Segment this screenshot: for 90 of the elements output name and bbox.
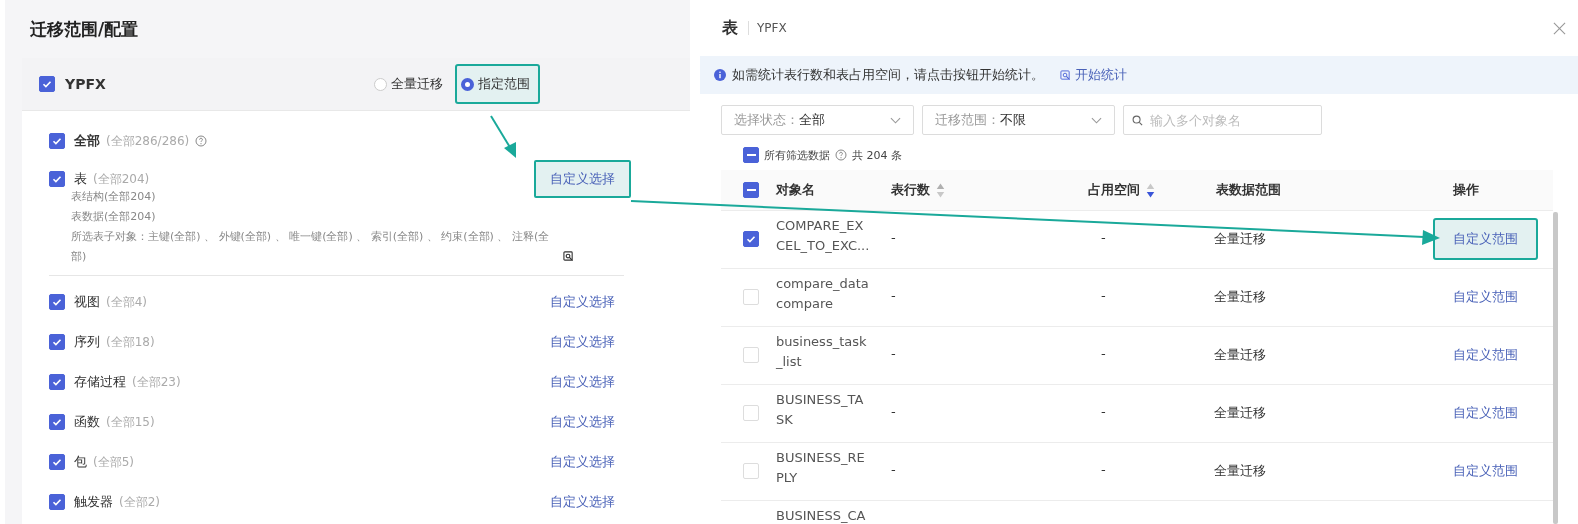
checkbox[interactable] <box>49 133 65 149</box>
item-count: (全部4) <box>106 293 147 311</box>
item-label: 全部 <box>74 132 100 150</box>
checkbox[interactable] <box>743 147 759 163</box>
column-header: 表行数 <box>891 181 930 199</box>
detail-text: 所选表子对象：主键(全部) 、 外键(全部) 、 唯一键(全部) 、 索引(全部) 、 约束(全部) 、 注释(全部) <box>71 229 551 265</box>
checkbox[interactable] <box>743 182 759 198</box>
dialog-subtitle: YPFX <box>748 21 787 35</box>
filter-select[interactable]: 选择状态：全部 <box>721 105 914 135</box>
select-all-label: 所有筛选数据 <box>764 147 830 163</box>
custom-select-link[interactable]: 自定义选择 <box>534 403 631 441</box>
item-label: 包 <box>74 453 87 471</box>
table-cell: - <box>1101 462 1106 477</box>
table-cell: 全量迁移 <box>1214 289 1266 304</box>
table-cell: - <box>1101 288 1106 303</box>
item-label: 触发器 <box>74 493 113 511</box>
checkbox[interactable] <box>49 374 65 390</box>
table-cell-text: business_task_list <box>776 333 868 371</box>
column-header: 表数据范围 <box>1216 182 1281 197</box>
custom-select-link[interactable]: 自定义选择 <box>534 443 631 481</box>
table-cell: - <box>1101 346 1106 361</box>
detail-text: 表数据(全部204) <box>71 209 156 225</box>
column-header: 占用空间 <box>1088 181 1140 199</box>
item-count: (全部15) <box>106 413 155 431</box>
dialog-title: 表 <box>722 17 738 39</box>
table-cell: 全量迁移 <box>1214 405 1266 420</box>
custom-range-link[interactable]: 自定义范围 <box>1433 276 1538 318</box>
custom-range-link[interactable]: 自定义范围 <box>1433 334 1538 376</box>
item-count: (全部204) <box>93 170 150 188</box>
info-text: 如需统计表行数和表占用空间，请点击按钮开始统计。 <box>732 66 1044 84</box>
item-label: 序列 <box>74 333 100 351</box>
schema-name: YPFX <box>65 76 106 92</box>
custom-range-link[interactable]: 自定义范围 <box>1433 392 1538 434</box>
table-cell: - <box>1101 230 1106 245</box>
custom-select-link[interactable]: 自定义选择 <box>534 323 631 361</box>
table-cell: - <box>891 404 896 419</box>
custom-select-link[interactable]: 自定义选择 <box>534 283 631 321</box>
table-cell-text: compare_datacompare <box>776 275 870 313</box>
filter-select[interactable]: 迁移范围：不限 <box>922 105 1115 135</box>
custom-select-link[interactable]: 自定义选择 <box>534 363 631 401</box>
checkbox[interactable] <box>49 454 65 470</box>
checkbox[interactable] <box>49 334 65 350</box>
item-label: 存储过程 <box>74 373 126 391</box>
item-label: 表 <box>74 170 87 188</box>
radio-option[interactable]: 指定范围 <box>455 64 540 104</box>
search-field[interactable]: 输入多个对象名 <box>1123 105 1322 135</box>
item-count: (全部2) <box>119 493 160 511</box>
table-cell-text: BUSINESS_TASK <box>776 391 865 429</box>
custom-select-link[interactable]: 自定义选择 <box>534 483 631 521</box>
close-icon[interactable] <box>1553 21 1566 35</box>
table-cell: - <box>1101 404 1106 419</box>
custom-select-link[interactable]: 自定义选择 <box>534 160 631 198</box>
table-cell-text: COMPARE_EXCEL_TO_EXC... <box>776 217 871 255</box>
item-count: (全部286/286) <box>106 132 190 150</box>
search-icon <box>1132 115 1143 126</box>
total-count: 共 204 条 <box>852 147 902 163</box>
item-count: (全部5) <box>93 453 134 471</box>
checkbox[interactable] <box>49 294 65 310</box>
table-cell: - <box>891 462 896 477</box>
table-cell-text: BUSINESS_REPLY <box>776 449 866 487</box>
search-icon[interactable] <box>563 251 574 262</box>
checkbox[interactable] <box>743 231 759 247</box>
table-cell: - <box>891 288 896 303</box>
checkbox[interactable] <box>49 494 65 510</box>
table-cell: 全量迁移 <box>1214 231 1266 246</box>
item-label: 函数 <box>74 413 100 431</box>
info-icon <box>714 69 726 81</box>
scrollbar[interactable] <box>1553 212 1558 524</box>
annotation-arrow <box>490 115 516 158</box>
table-cell: 全量迁移 <box>1214 463 1266 478</box>
checkbox[interactable] <box>49 414 65 430</box>
radio-option[interactable]: 全量迁移 <box>368 64 453 104</box>
column-header: 对象名 <box>776 182 815 197</box>
search-icon <box>1060 69 1071 81</box>
sort-icon[interactable] <box>1146 182 1155 198</box>
start-stats-link[interactable]: 开始统计 <box>1060 66 1127 84</box>
item-count: (全部23) <box>132 373 181 391</box>
table-cell: - <box>891 346 896 361</box>
table-cell: 全量迁移 <box>1214 347 1266 362</box>
detail-text: 表结构(全部204) <box>71 189 156 205</box>
item-count: (全部18) <box>106 333 155 351</box>
section-title: 迁移范围/配置 <box>29 18 140 41</box>
table-cell: - <box>891 230 896 245</box>
column-header: 操作 <box>1453 182 1479 197</box>
custom-range-link[interactable]: 自定义范围 <box>1433 218 1538 260</box>
item-label: 视图 <box>74 293 100 311</box>
custom-range-link[interactable]: 自定义范围 <box>1433 450 1538 492</box>
checkbox[interactable] <box>39 76 55 92</box>
table-cell-text: BUSINESS_CA <box>776 507 867 524</box>
checkbox[interactable] <box>49 171 65 187</box>
